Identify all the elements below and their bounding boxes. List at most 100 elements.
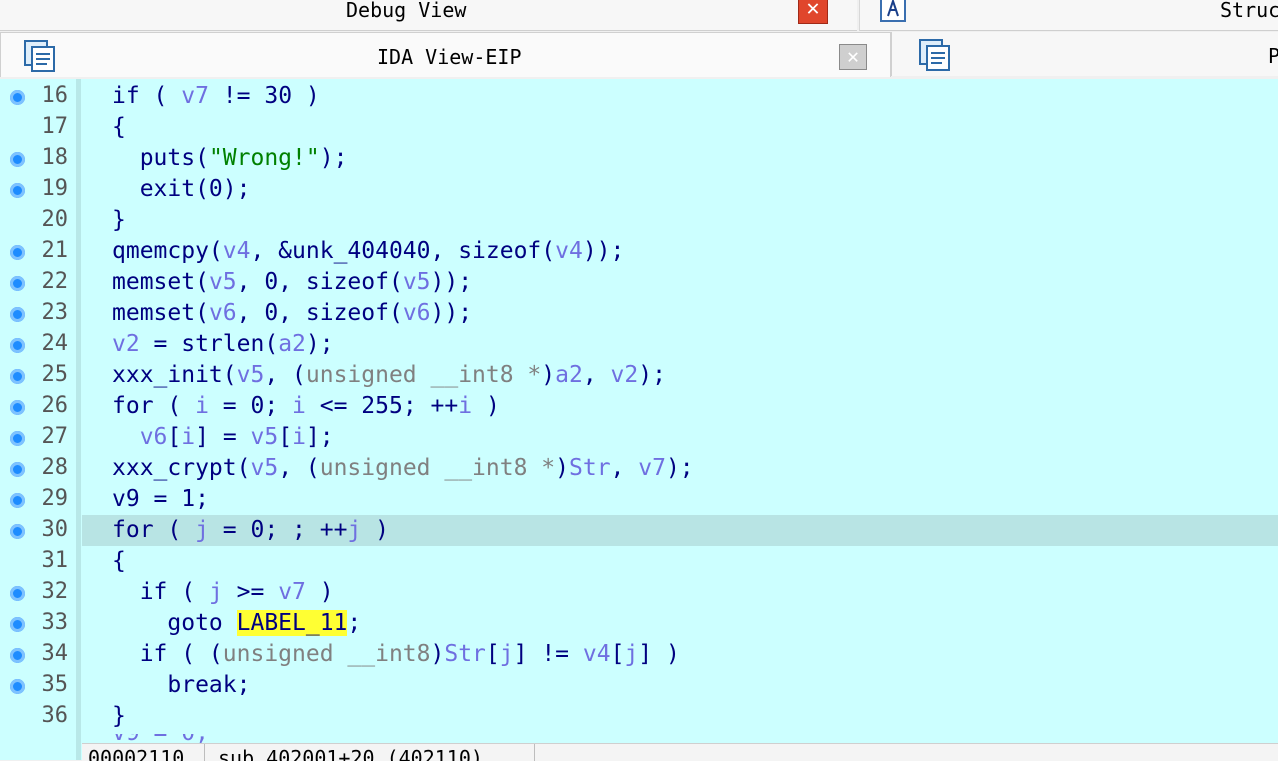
code-text[interactable]: if ( j >= v7 ) — [112, 579, 334, 605]
breakpoint-dot-icon[interactable] — [10, 276, 25, 291]
code-line[interactable]: 21 qmemcpy(v4, &unk_404040, sizeof(v4)); — [0, 236, 1278, 267]
code-text[interactable]: v6[i] = v5[i]; — [112, 424, 334, 450]
code-line[interactable]: 32 if ( j >= v7 ) — [0, 577, 1278, 608]
code-line[interactable]: 34 if ( (unsigned __int8)Str[j] != v4[j]… — [0, 639, 1278, 670]
line-number: 18 — [41, 145, 69, 170]
tab-debug-view-label: Debug View — [346, 0, 467, 22]
line-number: 31 — [41, 548, 69, 573]
code-line-current[interactable]: 30 for ( j = 0; ; ++j ) — [0, 515, 1278, 546]
code-text[interactable]: puts("Wrong!"); — [112, 145, 348, 171]
line-number: 33 — [41, 610, 69, 635]
line-number: 36 — [41, 703, 69, 728]
breakpoint-dot-icon[interactable] — [10, 431, 25, 446]
pseudocode-icon — [919, 39, 950, 71]
line-number: 30 — [41, 517, 69, 542]
code-text[interactable]: xxx_init(v5, (unsigned __int8 *)a2, v2); — [112, 362, 666, 388]
code-text[interactable]: for ( i = 0; i <= 255; ++i ) — [112, 393, 500, 419]
code-line[interactable]: 27 v6[i] = v5[i]; — [0, 422, 1278, 453]
line-number: 20 — [41, 207, 69, 232]
tab-structures[interactable]: Struc — [859, 0, 1278, 31]
code-text[interactable]: v9 = 1; — [112, 486, 209, 512]
status-address: 00002110 — [88, 746, 185, 761]
close-icon[interactable]: ✕ — [839, 44, 867, 70]
code-text[interactable]: } — [112, 207, 126, 233]
status-divider — [534, 744, 535, 761]
breakpoint-dot-icon[interactable] — [10, 369, 25, 384]
code-text[interactable]: { — [112, 114, 126, 140]
code-line[interactable]: 29 v9 = 1; — [0, 484, 1278, 515]
line-number: 27 — [41, 424, 69, 449]
line-number: 32 — [41, 579, 69, 604]
top-tab-bar: Debug View ✕ Struc — [0, 0, 1278, 31]
code-line[interactable]: 31 { — [0, 546, 1278, 577]
code-text[interactable]: if ( (unsigned __int8)Str[j] != v4[j] ) — [112, 641, 680, 667]
code-text[interactable]: for ( j = 0; ; ++j ) — [112, 517, 389, 543]
code-line[interactable]: 26 for ( i = 0; i <= 255; ++i ) — [0, 391, 1278, 422]
tab-debug-view[interactable]: Debug View ✕ — [0, 0, 857, 31]
tab-pseudocode-label: P — [1268, 44, 1278, 68]
line-number: 24 — [41, 331, 69, 356]
close-icon[interactable]: ✕ — [798, 0, 828, 24]
line-number: 35 — [41, 672, 69, 697]
code-text[interactable]: break; — [112, 672, 250, 698]
line-number: 23 — [41, 300, 69, 325]
breakpoint-dot-icon[interactable] — [10, 338, 25, 353]
line-number: 28 — [41, 455, 69, 480]
breakpoint-dot-icon[interactable] — [10, 586, 25, 601]
code-line[interactable]: 17 { — [0, 112, 1278, 143]
pseudocode-editor[interactable]: 16 if ( v7 != 30 ) 17 { 18 puts("Wrong!"… — [0, 79, 1278, 760]
breakpoint-dot-icon[interactable] — [10, 648, 25, 663]
code-text[interactable]: memset(v5, 0, sizeof(v5)); — [112, 269, 472, 295]
code-text[interactable]: goto LABEL_11; — [112, 610, 361, 636]
tab-ida-view-label: IDA View-EIP — [377, 45, 522, 69]
line-number: 26 — [41, 393, 69, 418]
breakpoint-dot-icon[interactable] — [10, 152, 25, 167]
status-bar: 00002110 sub_402001+20 (402110) — [82, 743, 1278, 761]
code-line[interactable]: 18 puts("Wrong!"); — [0, 143, 1278, 174]
view-tab-bar: IDA View-EIP ✕ P — [0, 32, 1278, 78]
line-number: 19 — [41, 176, 69, 201]
code-line[interactable]: 36 } — [0, 701, 1278, 732]
code-line[interactable]: 24 v2 = strlen(a2); — [0, 329, 1278, 360]
breakpoint-dot-icon[interactable] — [10, 307, 25, 322]
code-text[interactable]: { — [112, 548, 126, 574]
code-line[interactable]: 22 memset(v5, 0, sizeof(v5)); — [0, 267, 1278, 298]
code-text[interactable]: xxx_crypt(v5, (unsigned __int8 *)Str, v7… — [112, 455, 694, 481]
code-text[interactable]: qmemcpy(v4, &unk_404040, sizeof(v4)); — [112, 238, 624, 264]
code-line[interactable]: 33 goto LABEL_11; — [0, 608, 1278, 639]
code-line[interactable]: 35 break; — [0, 670, 1278, 701]
code-line[interactable]: 25 xxx_init(v5, (unsigned __int8 *)a2, v… — [0, 360, 1278, 391]
partial-code-line: v9 = 0; — [82, 734, 1278, 743]
breakpoint-dot-icon[interactable] — [10, 524, 25, 539]
breakpoint-dot-icon[interactable] — [10, 183, 25, 198]
structures-icon — [880, 0, 906, 22]
code-line[interactable]: 28 xxx_crypt(v5, (unsigned __int8 *)Str,… — [0, 453, 1278, 484]
code-text[interactable]: exit(0); — [112, 176, 251, 202]
line-number: 17 — [41, 114, 69, 139]
code-line[interactable]: 20 } — [0, 205, 1278, 236]
breakpoint-dot-icon[interactable] — [10, 679, 25, 694]
line-number: 22 — [41, 269, 69, 294]
breakpoint-dot-icon[interactable] — [10, 462, 25, 477]
breakpoint-dot-icon[interactable] — [10, 245, 25, 260]
code-line[interactable]: 23 memset(v6, 0, sizeof(v6)); — [0, 298, 1278, 329]
line-number: 25 — [41, 362, 69, 387]
breakpoint-dot-icon[interactable] — [10, 493, 25, 508]
code-text[interactable]: v2 = strlen(a2); — [112, 331, 334, 357]
code-text[interactable]: if ( v7 != 30 ) — [112, 83, 320, 109]
status-divider — [204, 744, 205, 761]
line-number: 21 — [41, 238, 69, 263]
line-number: 34 — [41, 641, 69, 666]
tab-structures-label: Struc — [1220, 0, 1278, 22]
label-11-link: LABEL_11 — [236, 610, 348, 636]
code-text[interactable]: } — [112, 703, 126, 729]
code-line[interactable]: 16 if ( v7 != 30 ) — [0, 81, 1278, 112]
tab-pseudocode[interactable]: P — [891, 32, 1278, 76]
breakpoint-dot-icon[interactable] — [10, 90, 25, 105]
breakpoint-dot-icon[interactable] — [10, 400, 25, 415]
breakpoint-dot-icon[interactable] — [10, 617, 25, 632]
line-number: 16 — [41, 83, 69, 108]
code-text[interactable]: memset(v6, 0, sizeof(v6)); — [112, 300, 472, 326]
code-line[interactable]: 19 exit(0); — [0, 174, 1278, 205]
tab-ida-view[interactable]: IDA View-EIP ✕ — [0, 32, 891, 77]
